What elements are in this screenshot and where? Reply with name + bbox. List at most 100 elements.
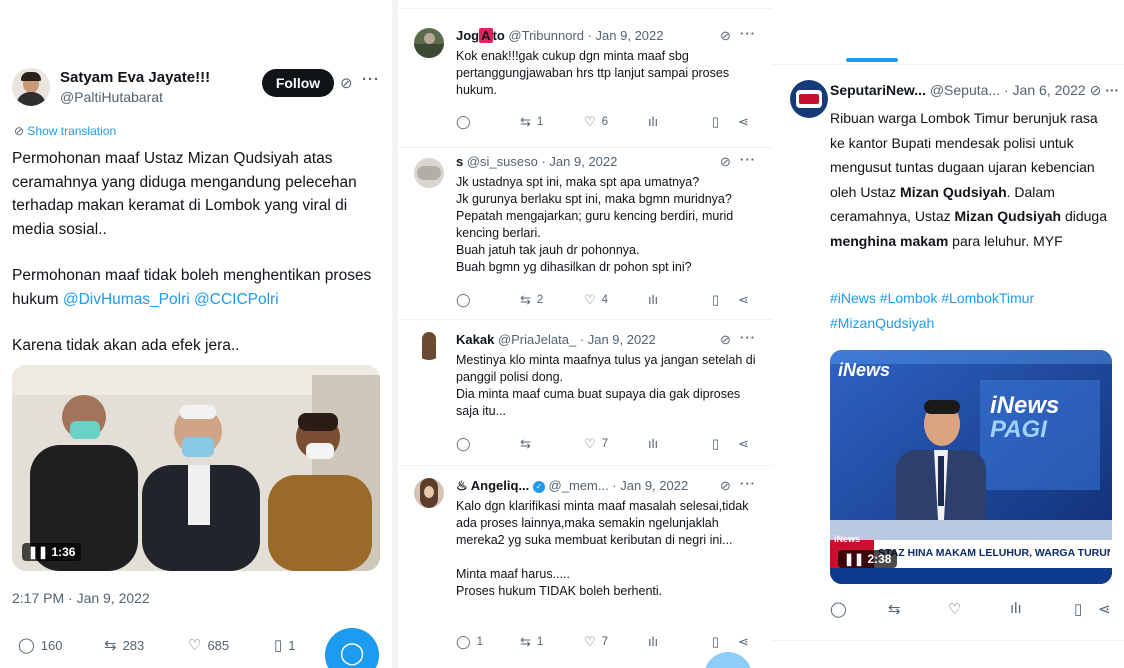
retweet-icon: ⇆: [888, 601, 901, 618]
views-button[interactable]: ılı: [648, 114, 658, 129]
grok-icon[interactable]: ⊘: [720, 332, 731, 348]
reply-icon: ◯: [456, 114, 471, 129]
reply-button[interactable]: ◯: [456, 292, 471, 308]
grok-icon[interactable]: ⊘: [340, 74, 353, 92]
play-pause-icon[interactable]: ❚❚: [28, 545, 48, 559]
video-duration-badge: ❚❚ 1:36: [22, 543, 82, 561]
divider: [772, 640, 1124, 641]
tweet-timestamp[interactable]: 2:17 PM · Jan 9, 2022: [12, 590, 150, 606]
mention-link[interactable]: @DivHumas_Polri: [63, 291, 190, 308]
reply-action-bar: ◯ ⇆ 1 ♡ 6 ılı ▯ ⋖: [456, 114, 756, 132]
share-button[interactable]: ⋖: [738, 634, 749, 650]
retweet-icon: ⇆: [104, 637, 117, 654]
more-icon[interactable]: ···: [740, 330, 756, 345]
grok-icon[interactable]: ⊘: [720, 28, 731, 44]
quoted-header: SeputariNew... @Seputa... · Jan 6, 2022 …: [830, 82, 1120, 98]
show-translation-link[interactable]: ⊘ Show translation: [14, 124, 116, 138]
bookmark-button[interactable]: ▯: [1074, 600, 1082, 618]
like-button[interactable]: ♡ 7: [584, 634, 608, 650]
tweet-paragraph: Permohonan maaf tidak boleh menghentikan…: [12, 267, 372, 308]
reply-item[interactable]: Jog Ato @Tribunnord · Jan 9, 2022 ⊘ ··· K…: [398, 18, 772, 148]
more-icon[interactable]: ···: [740, 26, 756, 41]
views-icon: ılı: [648, 436, 659, 451]
views-button[interactable]: ılı: [648, 292, 658, 307]
like-icon: ♡: [584, 634, 596, 649]
views-button[interactable]: ılı: [1010, 600, 1022, 617]
retweet-button[interactable]: ⇆ 1: [520, 114, 543, 130]
bookmark-button[interactable]: ▯: [712, 634, 719, 650]
like-icon: ♡: [584, 436, 596, 451]
compose-button[interactable]: ◯: [325, 628, 379, 668]
like-icon: ♡: [584, 114, 596, 129]
retweet-button[interactable]: ⇆ 2: [520, 292, 543, 308]
bookmark-button[interactable]: ▯ 1: [274, 636, 296, 654]
share-button[interactable]: ⋖: [738, 436, 749, 452]
views-button[interactable]: ılı: [648, 436, 658, 451]
share-button[interactable]: ⋖: [738, 114, 749, 130]
like-button[interactable]: ♡ 685: [188, 636, 229, 654]
like-button[interactable]: ♡ 6: [584, 114, 608, 130]
grok-icon[interactable]: ⊘: [720, 154, 731, 170]
share-button[interactable]: ⋖: [1098, 600, 1111, 618]
retweet-button[interactable]: ⇆ 283: [104, 636, 144, 654]
main-tweet-panel: Satyam Eva Jayate!!! @PaltiHutabarat Fol…: [0, 0, 392, 668]
news-video[interactable]: iNews iNews PAGI iNews STAZ HINA MAKAM L…: [830, 350, 1112, 584]
avatar[interactable]: [414, 330, 444, 360]
reply-button[interactable]: ◯: [456, 436, 471, 452]
like-icon: ♡: [188, 637, 202, 654]
grok-icon[interactable]: ⊘: [720, 478, 731, 494]
reply-item[interactable]: ♨ Angeliq... ✓ @_mem... · Jan 9, 2022 ⊘ …: [398, 466, 772, 668]
reply-button[interactable]: ◯: [456, 114, 471, 130]
avatar[interactable]: [414, 158, 444, 188]
avatar[interactable]: [790, 80, 828, 118]
bookmark-icon: ▯: [712, 114, 720, 129]
grok-icon[interactable]: ⊘: [1090, 82, 1102, 98]
reply-button[interactable]: ◯ 160: [18, 636, 63, 654]
avatar[interactable]: [12, 68, 50, 106]
bookmark-button[interactable]: ▯: [712, 114, 719, 130]
bookmark-icon: ▯: [712, 634, 720, 649]
avatar[interactable]: [414, 478, 444, 508]
mention-link[interactable]: @CCICPolri: [194, 291, 279, 308]
share-button[interactable]: ⋖: [738, 292, 749, 308]
reply-item[interactable]: Kakak @PriaJelata_ · Jan 9, 2022 ⊘ ··· M…: [398, 320, 772, 466]
bookmark-button[interactable]: ▯: [712, 436, 719, 452]
reply-action-bar: ◯ ⇆ ♡ 7 ılı ▯ ⋖: [456, 436, 756, 454]
ticker-tag: iNews: [834, 534, 861, 544]
more-icon[interactable]: ···: [740, 476, 756, 491]
reply-header: Jog Ato @Tribunnord · Jan 9, 2022: [456, 28, 664, 43]
follow-button[interactable]: Follow: [262, 69, 334, 97]
retweet-button[interactable]: ⇆ 1: [520, 634, 543, 650]
more-icon[interactable]: ···: [1105, 82, 1119, 98]
active-tab-indicator: [846, 58, 898, 62]
hashtag-links[interactable]: #iNews #Lombok #LombokTimur #MizanQudsiy…: [830, 286, 1112, 335]
reply-button[interactable]: ◯ 1: [456, 634, 483, 650]
replies-panel: Jog Ato @Tribunnord · Jan 9, 2022 ⊘ ··· K…: [398, 0, 772, 668]
quoted-text: Ribuan warga Lombok Timur berunjuk rasa …: [830, 110, 1108, 249]
show-logo: iNews PAGI: [990, 392, 1060, 443]
tweet-header: Satyam Eva Jayate!!! @PaltiHutabarat Fol…: [12, 66, 382, 110]
play-pause-icon[interactable]: ❚❚: [844, 552, 864, 566]
like-button[interactable]: ♡ 4: [584, 292, 608, 308]
tweet-action-bar: ◯ 160 ⇆ 283 ♡ 685 ▯ 1: [18, 636, 358, 658]
like-button[interactable]: ♡ 7: [584, 436, 608, 452]
tweet-video[interactable]: ❚❚ 1:36: [12, 365, 380, 571]
more-icon[interactable]: ···: [740, 152, 756, 167]
share-icon: ⋖: [1098, 601, 1111, 618]
more-icon[interactable]: ···: [362, 71, 380, 88]
like-button[interactable]: ♡: [948, 600, 961, 618]
bookmark-button[interactable]: ▯: [712, 292, 719, 308]
reply-item[interactable]: s @si_suseso · Jan 9, 2022 ⊘ ··· Jk usta…: [398, 148, 772, 320]
avatar[interactable]: [414, 28, 444, 58]
retweet-icon: ⇆: [520, 436, 531, 451]
retweet-button[interactable]: ⇆: [888, 600, 901, 618]
author-name[interactable]: Satyam Eva Jayate!!!: [60, 69, 210, 86]
views-icon: ılı: [648, 634, 659, 649]
author-handle[interactable]: @PaltiHutabarat: [60, 89, 163, 105]
retweet-button[interactable]: ⇆: [520, 436, 531, 452]
share-icon: ⋖: [738, 292, 749, 307]
reply-text: Jk ustadnya spt ini, maka spt apa umatny…: [456, 175, 734, 274]
reply-icon: ◯: [456, 436, 471, 451]
views-button[interactable]: ılı: [648, 634, 658, 649]
reply-button[interactable]: ◯: [830, 600, 847, 618]
